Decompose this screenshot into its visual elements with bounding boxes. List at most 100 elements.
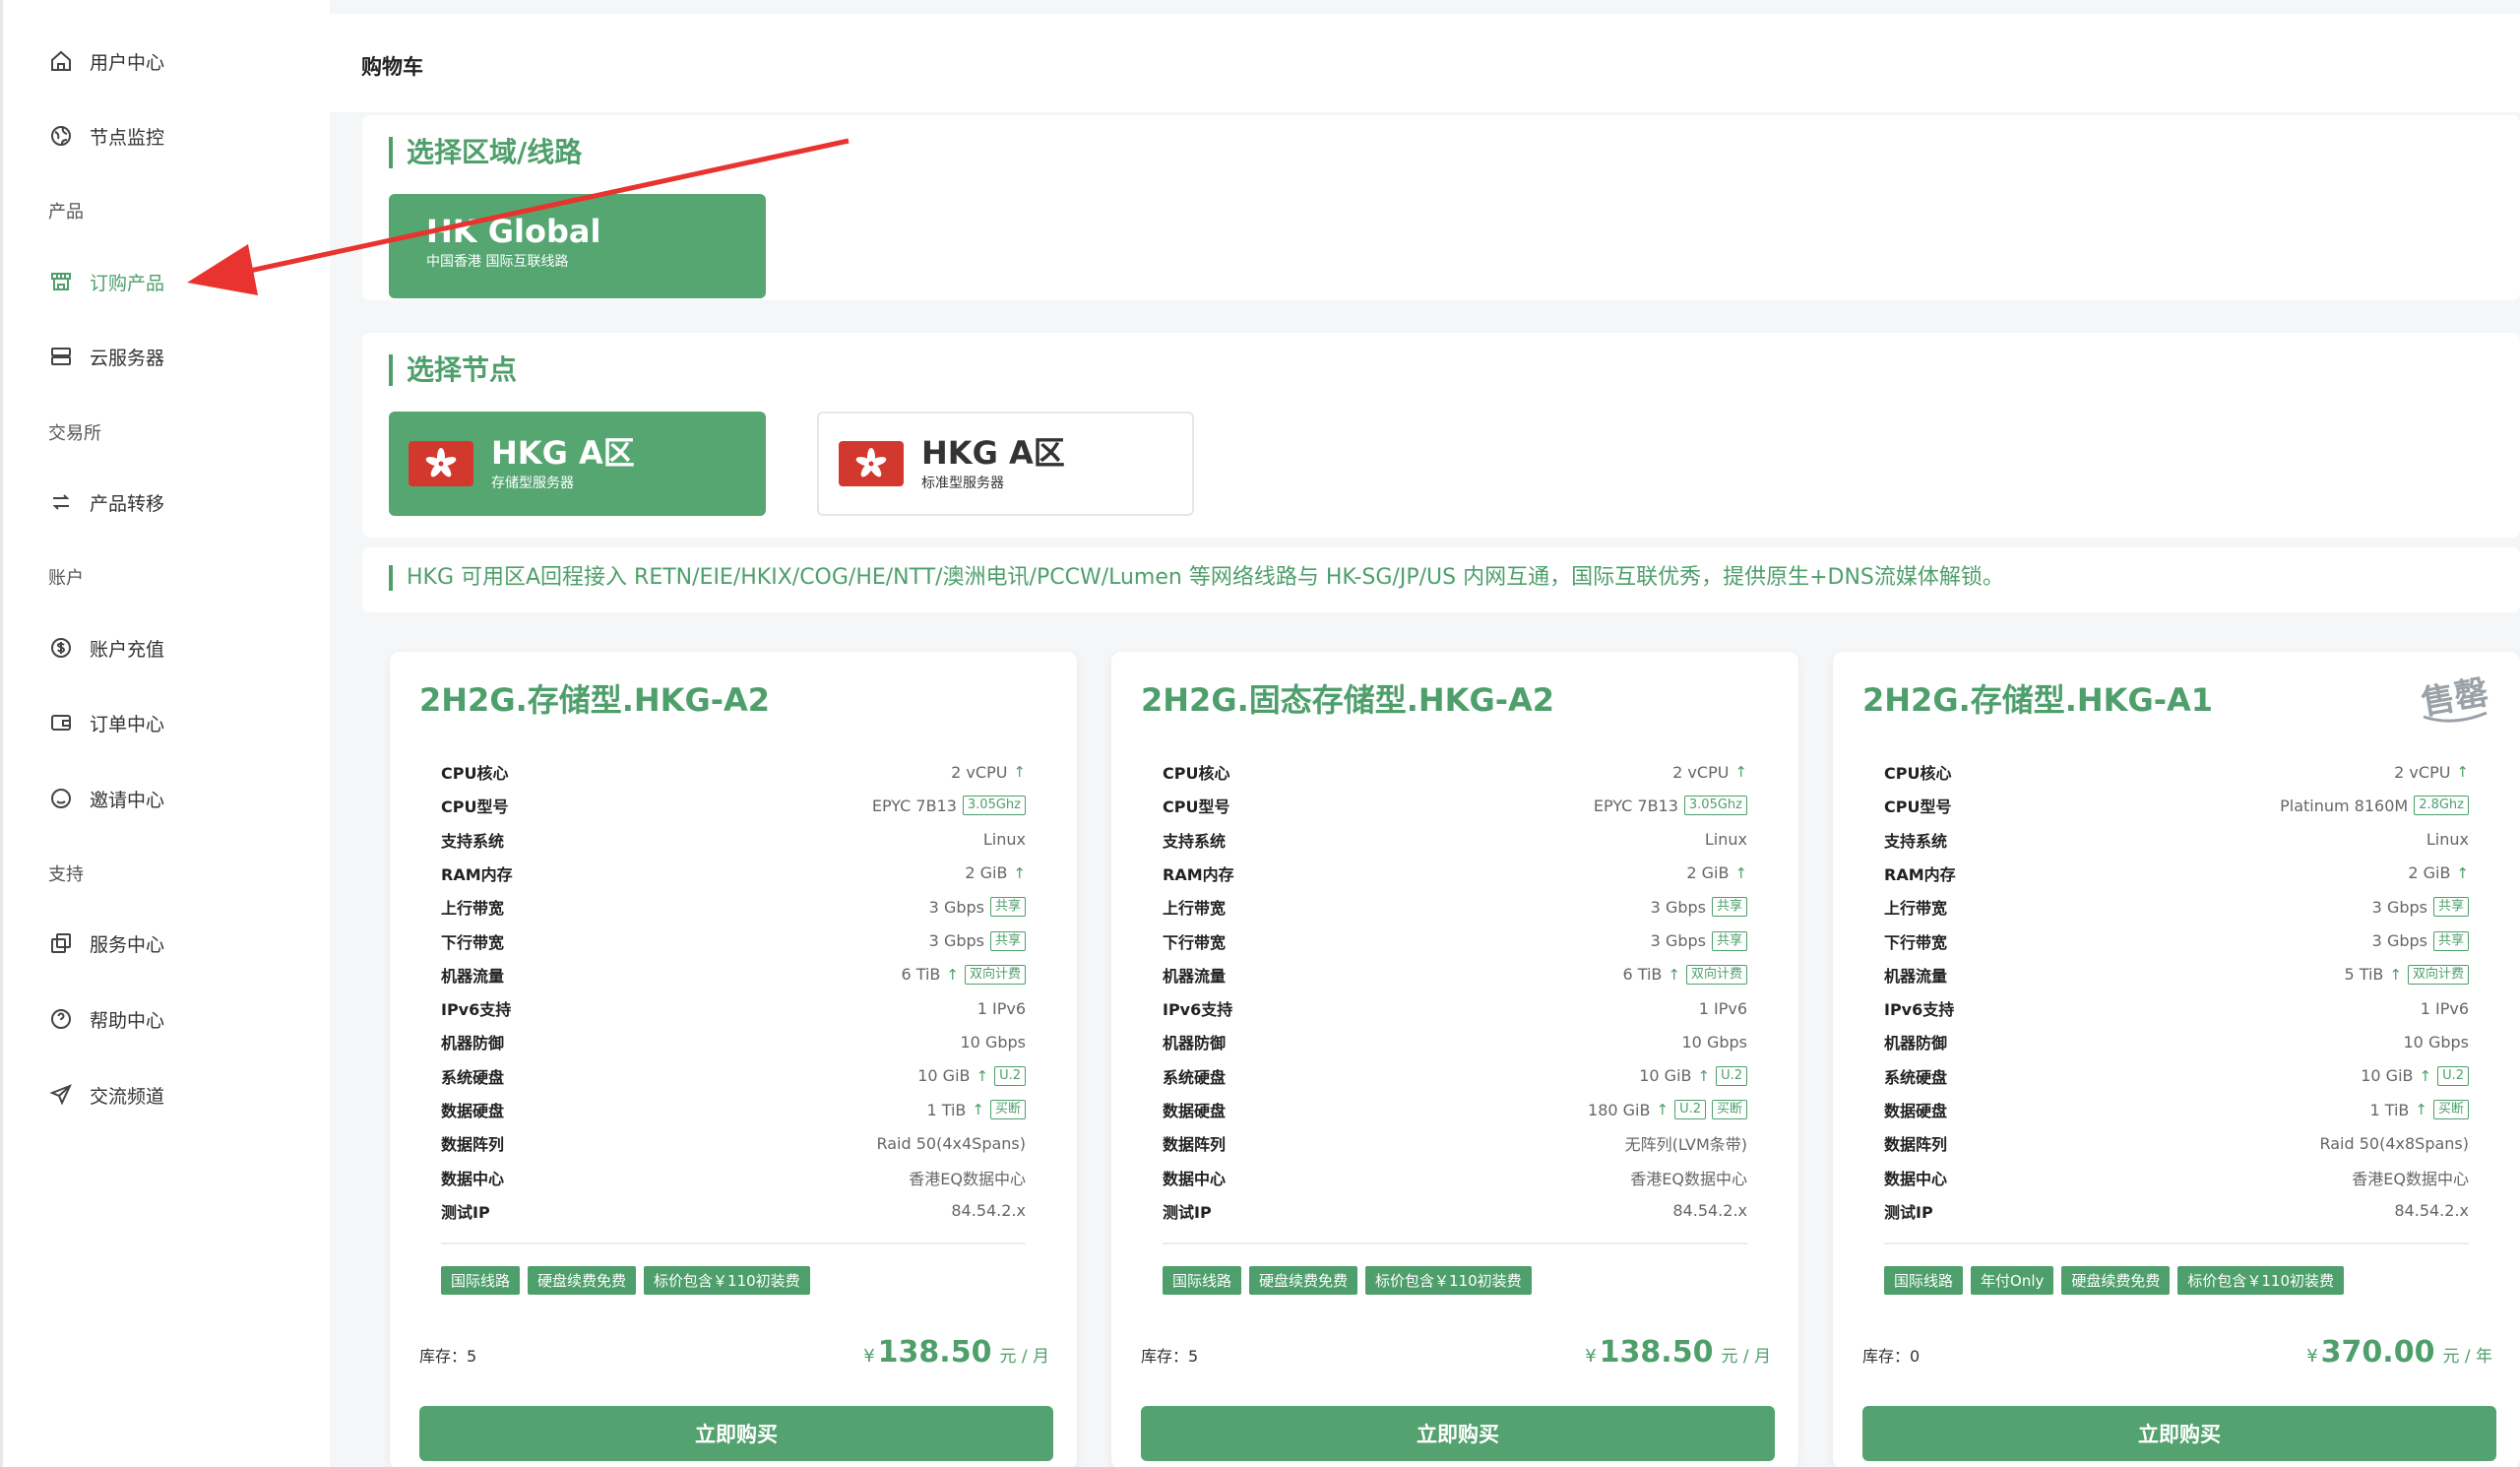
stock-label: 库存： [1862,1347,1911,1366]
sidebar-item-node-monitor[interactable]: 节点监控 [48,116,164,156]
hk-flag-icon [409,441,473,486]
sidebar-item-invite-center[interactable]: 邀请中心 [48,779,164,818]
spec-label: 测试IP [441,1202,490,1222]
sidebar-item-service-center[interactable]: 服务中心 [48,924,164,963]
price-amount: 138.50 [877,1335,992,1370]
nav-group-account: 账户 [48,568,84,589]
globe-icon [48,123,74,149]
spec-label: 数据硬盘 [441,1102,505,1120]
sidebar-item-account-recharge[interactable]: 账户充值 [48,628,164,668]
spec-label: 数据中心 [1884,1169,1948,1188]
price-unit: 元 / 月 [999,1347,1049,1367]
spec-tag: 共享 [989,930,1026,951]
spec-value-text: 2 vCPU [951,762,1008,782]
spec-value: 10 GiB ↑ U.2 [917,1065,1026,1086]
spec-value-text: 1 IPv6 [1698,998,1747,1018]
spec-value: 10 GiB ↑ U.2 [2361,1065,2469,1086]
node-card-hkg-a-storage[interactable]: HKG A区 存储型服务器 [389,412,766,516]
server-icon [48,344,74,369]
home-icon [48,48,74,74]
buy-now-button[interactable]: 立即购买 [1862,1406,2496,1461]
dollar-icon [48,635,74,661]
buy-now-button[interactable]: 立即购买 [1141,1406,1775,1461]
spec-value: 1 TiB ↑ 买断 [926,1100,1026,1119]
spec-value-text: 2 GiB [2408,863,2451,883]
spec-tag: 2.8Ghz [2414,796,2469,816]
spec-row: 数据中心 香港EQ数据中心 [441,1162,1026,1193]
main-content: 购物车 选择区域/线路 HK Global 中国香港 国际互联线路 选择节点 H… [330,0,2520,1467]
product-tags: 国际线路 硬盘续费免费 标价包含￥110初装费 [441,1266,810,1295]
spec-tag: 共享 [1711,897,1747,918]
spec-value-text: 6 TiB [901,965,941,985]
spec-value: 1 TiB ↑ 买断 [2369,1100,2469,1119]
spec-row: 系统硬盘 10 GiB ↑ U.2 [1163,1060,1747,1092]
store-icon [48,269,74,294]
spec-row: 数据阵列 Raid 50(4x4Spans) [441,1127,1026,1159]
spec-value-text: 10 GiB [2361,1066,2414,1086]
price-amount: 138.50 [1599,1335,1714,1370]
nav-group-support: 支持 [48,864,84,885]
sidebar-item-product-transfer[interactable]: 产品转移 [48,482,164,522]
region-card-title: HK Global [426,213,601,250]
spec-value: 3 Gbps 共享 [1651,897,1747,918]
spec-value-text: 84.54.2.x [1672,1201,1747,1221]
arrow-up-icon: ↑ [2419,1066,2432,1085]
stock-count: 5 [1188,1347,1199,1366]
description-panel: HKG 可用区A回程接入 RETN/EIE/HKIX/COG/HE/NTT/澳洲… [362,547,2520,612]
sidebar-item-user-center[interactable]: 用户中心 [48,41,164,81]
sidebar-item-order-product[interactable]: 订购产品 [48,262,164,301]
spec-label: 数据中心 [1163,1169,1227,1188]
arrow-up-icon: ↑ [946,965,959,984]
buy-now-button[interactable]: 立即购买 [419,1406,1053,1461]
spec-value-text: Raid 50(4x8Spans) [2319,1133,2469,1153]
stock-info: 库存：0 [1862,1343,1920,1367]
region-card-hk-global[interactable]: HK Global 中国香港 国际互联线路 [389,194,766,298]
spec-value-text: 2 vCPU [2394,762,2451,782]
spec-tag: 共享 [1711,930,1747,951]
spec-label: 机器流量 [1884,966,1948,986]
sidebar-item-label: 账户充值 [90,638,165,661]
arrow-up-icon: ↑ [1734,863,1747,882]
spec-value-text: 3 Gbps [2371,931,2427,950]
spec-row: RAM内存 2 GiB ↑ [1163,858,1747,889]
sidebar-item-help-center[interactable]: 帮助中心 [48,999,164,1039]
spec-value-text: 84.54.2.x [951,1201,1026,1221]
spec-value-text: 10 Gbps [2403,1032,2470,1052]
spec-row: 测试IP 84.54.2.x [1884,1195,2469,1227]
spec-label: 测试IP [1884,1202,1933,1222]
spec-value-text: EPYC 7B13 [871,796,957,815]
spec-row: RAM内存 2 GiB ↑ [1884,858,2469,889]
spec-value: 3 Gbps 共享 [929,930,1026,951]
sidebar-item-community[interactable]: 交流频道 [48,1075,164,1115]
spec-value-text: 6 TiB [1622,965,1663,985]
help-circle-icon [48,1006,74,1032]
price-currency: ¥ [863,1346,875,1367]
spec-label: 支持系统 [441,831,505,851]
spec-value: 3 Gbps 共享 [2371,930,2469,951]
node-card-hkg-a-standard[interactable]: HKG A区 标准型服务器 [817,412,1194,516]
spec-value: 2 vCPU ↑ [1672,763,1747,782]
spec-label: 测试IP [1163,1202,1212,1222]
spec-value-text: 香港EQ数据中心 [909,1169,1026,1188]
spec-value: Linux [983,830,1026,849]
node-panel: 选择节点 HKG A区 存储型服务器 HKG A区 标准型服务器 [362,333,2520,538]
sidebar-item-cloud-server[interactable]: 云服务器 [48,337,164,376]
spec-tag: 双向计费 [1685,964,1747,985]
spec-value-text: 1 TiB [2369,1100,2410,1119]
sidebar-item-order-center[interactable]: 订单中心 [48,703,164,742]
sidebar-item-label: 节点监控 [90,126,165,149]
spec-value: Linux [2426,830,2469,849]
spec-value-text: 香港EQ数据中心 [2352,1169,2469,1188]
spec-value: Raid 50(4x8Spans) [2319,1134,2469,1153]
spec-value: 2 GiB ↑ [965,863,1026,882]
spec-row: 机器防御 10 Gbps [1884,1026,2469,1057]
spec-tag: 双向计费 [2407,964,2469,985]
node-card-title: HKG A区 [491,434,635,472]
sidebar-item-label: 订单中心 [90,713,165,735]
spec-row: CPU核心 2 vCPU ↑ [1163,756,1747,788]
spec-row: 机器防御 10 Gbps [441,1026,1026,1057]
spec-value-text: 2 GiB [965,863,1008,883]
spec-value-text: Raid 50(4x4Spans) [876,1133,1026,1153]
spec-label: IPv6支持 [1884,1000,1955,1020]
spec-value: 1 IPv6 [1699,999,1747,1018]
